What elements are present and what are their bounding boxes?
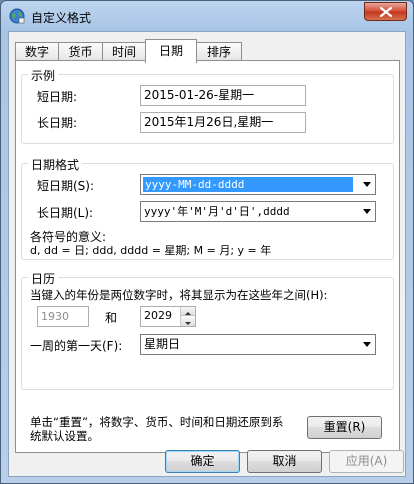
example-short-field: 2015-01-26-星期一 — [140, 85, 306, 106]
and-label: 和 — [105, 311, 118, 325]
example-long-label: 长日期: — [37, 116, 78, 130]
tab-time[interactable]: 时间 — [102, 42, 146, 62]
chevron-down-icon — [363, 182, 371, 187]
window-title: 自定义格式 — [31, 11, 92, 25]
first-day-combo[interactable]: 星期日 — [140, 334, 376, 355]
tab-currency[interactable]: 货币 — [58, 42, 103, 62]
chevron-down-icon — [363, 209, 371, 214]
tab-label: 数字 — [24, 45, 49, 59]
reset-description-line2: 统默认设置。 — [30, 429, 99, 443]
ok-button[interactable]: 确定 — [165, 450, 240, 473]
long-date-label: 长日期(L): — [37, 206, 94, 220]
symbols-text: d, dd = 日; ddd, dddd = 星期; M = 月; y = 年 — [30, 244, 272, 257]
calendar-legend: 日历 — [28, 270, 59, 287]
short-date-value: yyyy-MM-dd-dddd — [143, 177, 353, 192]
tab-sort[interactable]: 排序 — [196, 42, 242, 62]
chevron-down-icon — [363, 342, 371, 347]
arrow-down-icon — [185, 322, 191, 325]
year-from-field: 1930 — [37, 306, 89, 327]
first-day-label: 一周的第一天(F): — [30, 339, 123, 353]
cancel-button[interactable]: 取消 — [247, 450, 322, 473]
date-format-legend: 日期格式 — [28, 156, 83, 173]
stepper-down-button[interactable] — [181, 317, 195, 326]
dialog-window: 自定义格式 数字 货币 时间 日期 排序 示例 短日期: 2015-01-26-… — [0, 0, 414, 484]
tab-label: 时间 — [111, 45, 136, 59]
tab-label: 货币 — [68, 45, 93, 59]
close-icon — [380, 7, 392, 17]
title-bar[interactable]: 自定义格式 — [1, 1, 413, 31]
tab-label: 排序 — [206, 45, 231, 59]
first-day-value: 星期日 — [144, 337, 181, 351]
dialog-client-area: 数字 货币 时间 日期 排序 示例 短日期: 2015-01-26-星期一 长日… — [8, 31, 406, 477]
stepper-up-button[interactable] — [181, 307, 195, 316]
year-to-value: 2029 — [144, 309, 172, 322]
calendar-group: 日历 当键入的年份是两位数字时，将其显示为在这些年之间(H): 1930 和 2… — [21, 270, 394, 390]
short-date-label: 短日期(S): — [37, 179, 95, 193]
tab-number[interactable]: 数字 — [15, 42, 59, 62]
tab-label: 日期 — [158, 44, 183, 58]
date-format-group: 日期格式 短日期(S): yyyy-MM-dd-dddd 长日期(L): yyy… — [21, 156, 394, 260]
globe-icon — [9, 8, 25, 24]
long-date-value: yyyy'年'M'月'd'日',dddd — [144, 205, 290, 218]
year-to-stepper[interactable]: 2029 — [140, 306, 196, 327]
date-tab-panel: 示例 短日期: 2015-01-26-星期一 长日期: 2015年1月26日,星… — [15, 60, 400, 453]
two-digit-year-text: 当键入的年份是两位数字时，将其显示为在这些年之间(H): — [30, 288, 328, 302]
example-legend: 示例 — [28, 67, 59, 84]
apply-button[interactable]: 应用(A) — [329, 450, 404, 473]
example-long-field: 2015年1月26日,星期一 — [140, 112, 306, 133]
stepper-buttons — [180, 307, 195, 326]
example-group: 示例 短日期: 2015-01-26-星期一 长日期: 2015年1月26日,星… — [21, 67, 394, 144]
reset-button[interactable]: 重置(R) — [307, 416, 382, 439]
close-button[interactable] — [364, 2, 407, 21]
long-date-combo[interactable]: yyyy'年'M'月'd'日',dddd — [140, 201, 376, 222]
example-short-label: 短日期: — [37, 90, 78, 104]
tab-date[interactable]: 日期 — [145, 39, 197, 63]
short-date-combo[interactable]: yyyy-MM-dd-dddd — [140, 174, 376, 195]
